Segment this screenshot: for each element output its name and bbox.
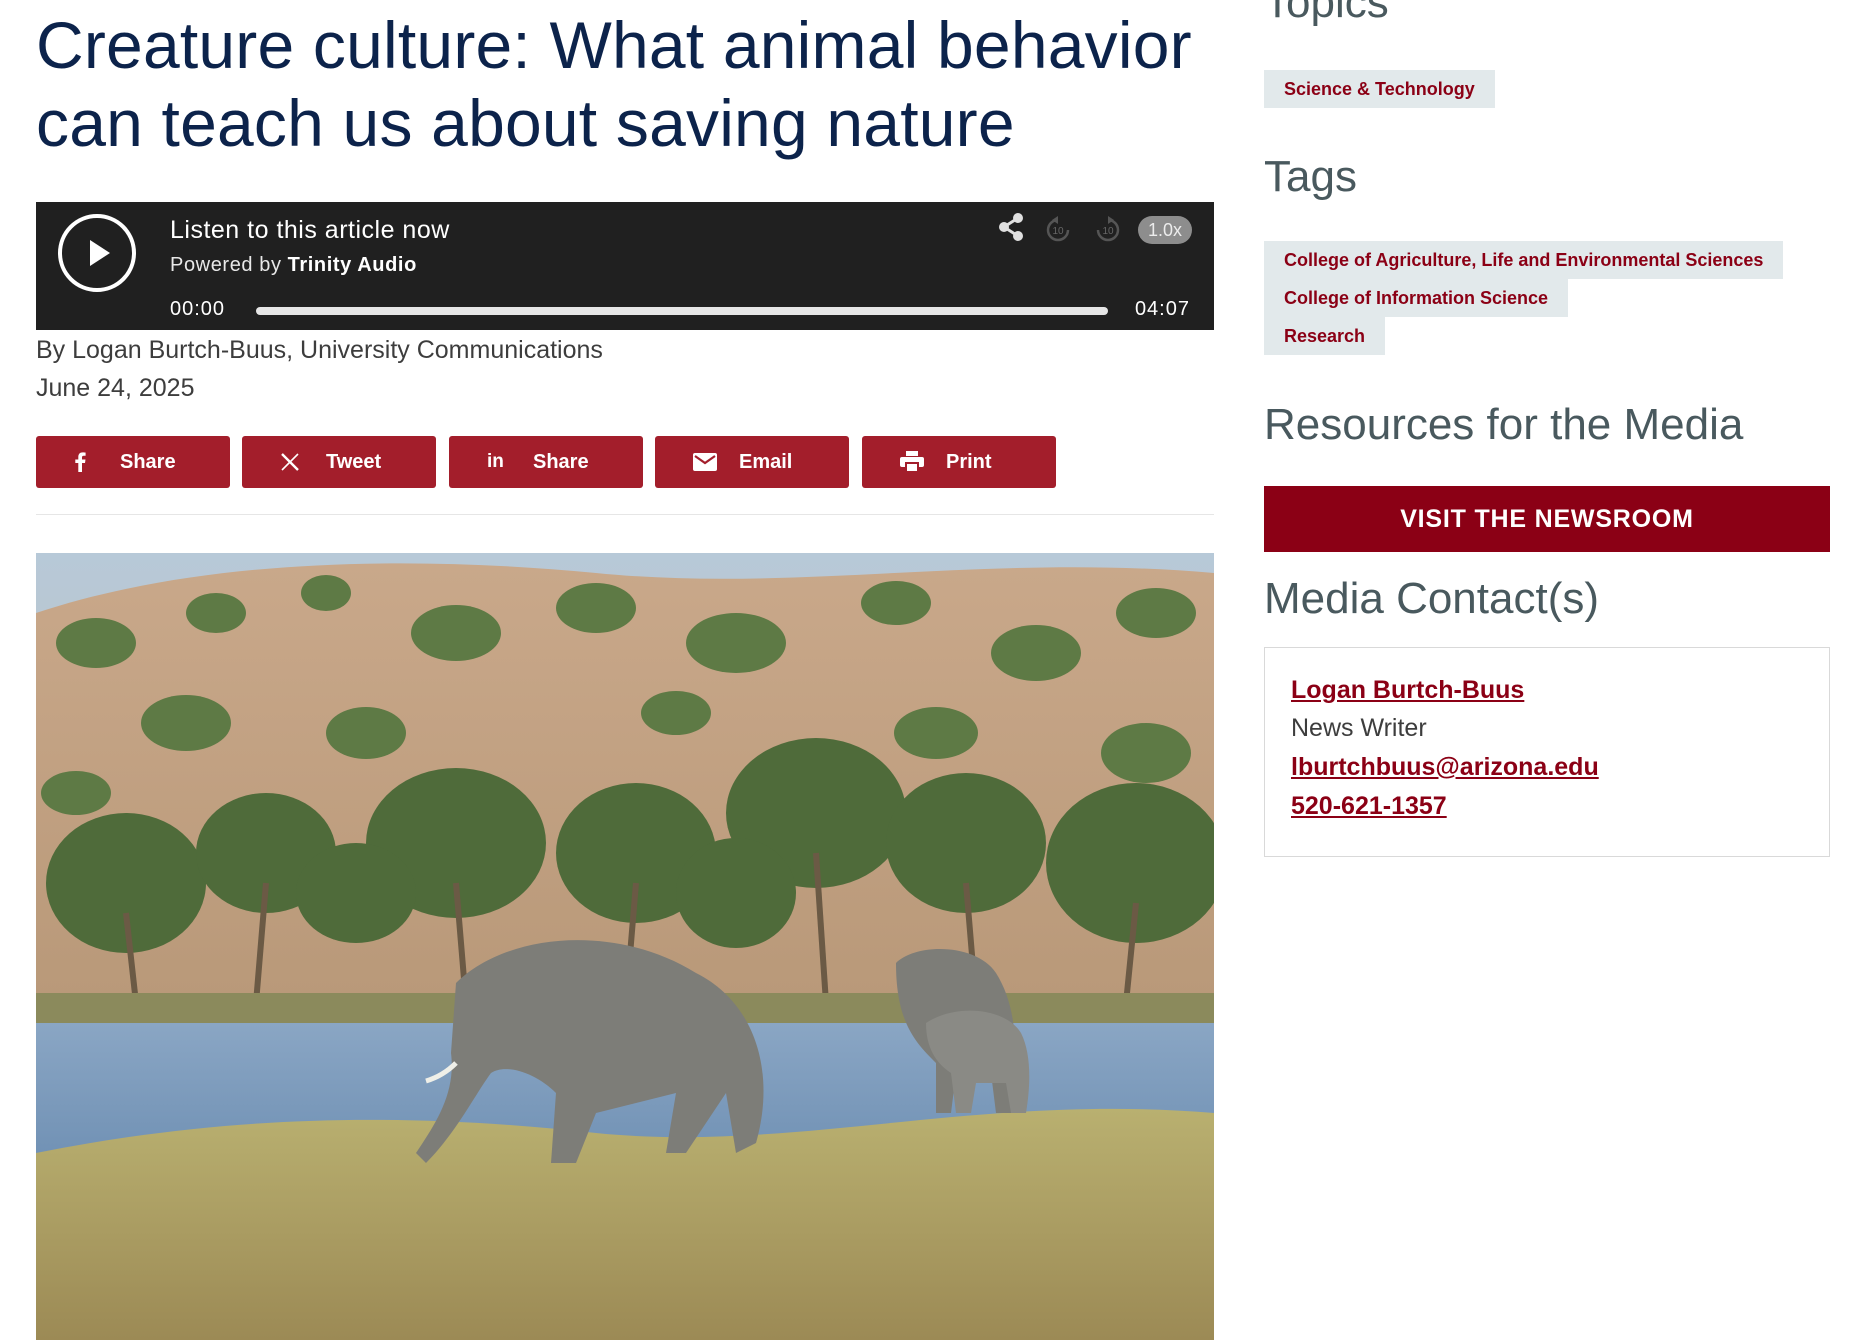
share-icon (999, 213, 1023, 241)
rewind-10-button[interactable]: 10 (1042, 214, 1074, 251)
time-total: 04:07 (1134, 298, 1190, 320)
facebook-icon (74, 452, 102, 472)
print-icon (900, 451, 928, 473)
media-resources-heading: Resources for the Media (1264, 400, 1744, 449)
powered-by: Powered by Trinity Audio (170, 254, 417, 277)
play-button[interactable] (58, 214, 136, 292)
tags-heading: Tags (1264, 152, 1357, 201)
powered-by-label: Powered by (170, 254, 282, 276)
x-tweet-label: Tweet (326, 450, 382, 473)
print-label: Print (946, 450, 992, 473)
tag-item[interactable]: College of Information Science (1264, 279, 1569, 317)
facebook-share-label: Share (120, 450, 176, 473)
article-hero-image (36, 553, 1214, 1340)
forward-10-icon: 10 (1096, 216, 1120, 242)
contact-name-link[interactable]: Logan Burtch-Buus (1291, 676, 1524, 705)
contact-email-link[interactable]: lburtchbuus@arizona.edu (1291, 753, 1599, 782)
visit-newsroom-button[interactable]: VISIT THE NEWSROOM (1264, 486, 1830, 552)
divider (36, 514, 1214, 515)
publish-date: June 24, 2025 (36, 374, 195, 402)
play-icon (90, 240, 110, 266)
x-tweet-button[interactable]: Tweet (242, 436, 436, 488)
email-share-button[interactable]: Email (655, 436, 849, 488)
progress-bar[interactable] (256, 307, 1108, 315)
linkedin-share-button[interactable]: in Share (449, 436, 643, 488)
topics-heading: Topics (1264, 0, 1389, 27)
forward-10-button[interactable]: 10 (1092, 214, 1124, 251)
tag-item[interactable]: Research (1264, 317, 1386, 355)
player-title: Listen to this article now (170, 216, 450, 244)
rewind-10-icon: 10 (1046, 216, 1070, 242)
facebook-share-button[interactable]: Share (36, 436, 230, 488)
contact-phone-link[interactable]: 520-621-1357 (1291, 792, 1447, 821)
byline: By Logan Burtch-Buus, University Communi… (36, 336, 603, 364)
article-title: Creature culture: What animal behavior c… (36, 8, 1192, 160)
time-current: 00:00 (170, 298, 226, 320)
linkedin-share-label: Share (533, 450, 589, 473)
email-share-label: Email (739, 450, 793, 473)
print-button[interactable]: Print (862, 436, 1056, 488)
topic-tag[interactable]: Science & Technology (1264, 70, 1495, 108)
media-contacts-heading: Media Contact(s) (1264, 574, 1600, 623)
contact-role: News Writer (1291, 714, 1427, 742)
elephants-photo (36, 553, 1214, 1340)
tag-item[interactable]: College of Agriculture, Life and Environ… (1264, 241, 1784, 279)
media-contact-card: Logan Burtch-Buus News Writer lburtchbuu… (1264, 647, 1830, 857)
share-audio-button[interactable] (998, 212, 1024, 247)
svg-text:10: 10 (1052, 226, 1064, 237)
linkedin-icon: in (487, 451, 504, 472)
speed-button[interactable]: 1.0x (1138, 216, 1192, 244)
x-icon (280, 452, 308, 472)
audio-player: Listen to this article now Powered by Tri… (36, 202, 1214, 330)
svg-text:10: 10 (1102, 226, 1114, 237)
email-icon (693, 453, 721, 471)
powered-by-brand[interactable]: Trinity Audio (288, 254, 417, 276)
